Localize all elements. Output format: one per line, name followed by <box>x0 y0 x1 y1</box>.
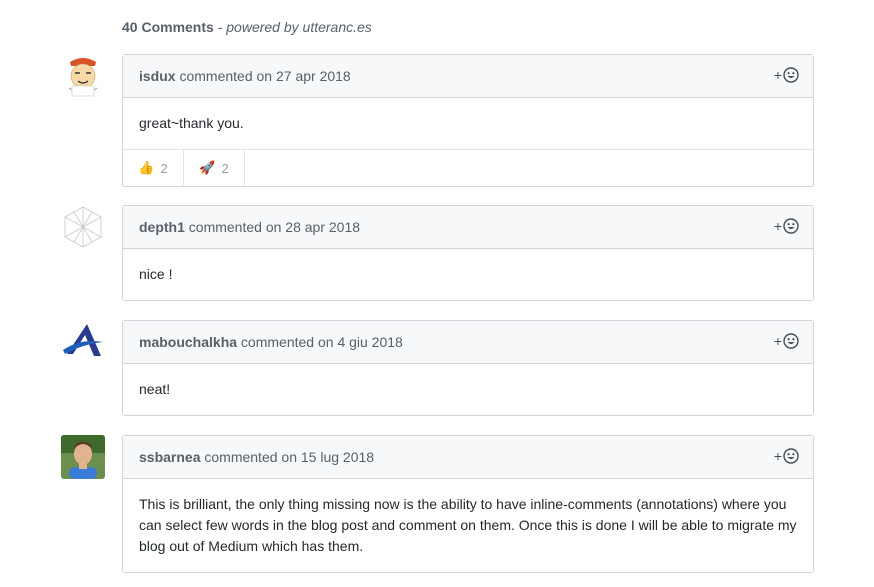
comment-date-prefix: on <box>256 68 273 84</box>
comments-header: 40 Comments - powered by utteranc.es <box>122 19 372 35</box>
reaction-thumbs-up[interactable]: 👍 2 <box>123 150 184 186</box>
reaction-count: 2 <box>221 160 229 176</box>
comment-box: mabouchalkha commented on 4 giu 2018 + n… <box>122 320 814 416</box>
reaction-rocket[interactable]: 🚀 2 <box>184 150 245 186</box>
comment-author[interactable]: ssbarnea <box>139 449 200 465</box>
comment-date-prefix: on <box>281 449 297 465</box>
comment-verb: commented <box>188 219 262 235</box>
comment-body: great~thank you. <box>139 115 244 131</box>
comment-box: depth1 commented on 28 apr 2018 + nice ! <box>122 205 814 301</box>
reaction-count: 2 <box>160 160 168 176</box>
comment-header: depth1 commented on 28 apr 2018 + <box>123 206 813 249</box>
avatar[interactable] <box>61 54 105 98</box>
powered-by: - powered by utteranc.es <box>213 19 372 35</box>
smiley-icon <box>783 218 799 234</box>
comment-verb: commented <box>204 449 278 465</box>
comment-author[interactable]: depth1 <box>139 219 185 235</box>
comment-body: nice ! <box>139 266 173 282</box>
rocket-icon: 🚀 <box>199 160 216 175</box>
comment-date-prefix: on <box>317 334 334 350</box>
add-reaction-button[interactable]: + <box>774 333 799 349</box>
smiley-icon <box>783 67 799 83</box>
comment-box: ssbarnea commented on 15 lug 2018 + This… <box>122 435 814 573</box>
comment-author[interactable]: mabouchalkha <box>139 334 237 350</box>
comment-date[interactable]: 15 lug 2018 <box>301 449 374 465</box>
thumbs-up-icon: 👍 <box>138 160 155 175</box>
add-reaction-button[interactable]: + <box>774 448 799 464</box>
comment-verb: commented <box>240 334 315 350</box>
utterances-link[interactable]: utteranc.es <box>303 19 372 35</box>
comment-header: ssbarnea commented on 15 lug 2018 + <box>123 436 813 479</box>
comment-box: isdux commented on 27 apr 2018 + great~t… <box>122 54 814 187</box>
comment-date[interactable]: 4 giu 2018 <box>337 334 402 350</box>
comment-date[interactable]: 27 apr 2018 <box>276 68 351 84</box>
comment-verb: commented <box>179 68 253 84</box>
comment-body: neat! <box>139 381 171 397</box>
comment-body: This is brilliant, the only thing missin… <box>139 496 797 554</box>
comment-header: isdux commented on 27 apr 2018 + <box>123 55 813 98</box>
comment-date-prefix: on <box>265 219 282 235</box>
comment-date[interactable]: 28 apr 2018 <box>285 219 360 235</box>
avatar[interactable] <box>61 320 105 364</box>
comment-header: mabouchalkha commented on 4 giu 2018 + <box>123 321 813 364</box>
smiley-icon <box>783 333 799 349</box>
smiley-icon <box>783 448 799 464</box>
avatar[interactable] <box>61 435 105 479</box>
comment-count: 40 Comments <box>122 19 214 35</box>
add-reaction-button[interactable]: + <box>774 67 799 83</box>
add-reaction-button[interactable]: + <box>774 218 799 234</box>
avatar[interactable] <box>61 205 105 249</box>
reaction-list: 👍 2 🚀 2 <box>123 149 813 186</box>
comment-author[interactable]: isdux <box>139 68 176 84</box>
